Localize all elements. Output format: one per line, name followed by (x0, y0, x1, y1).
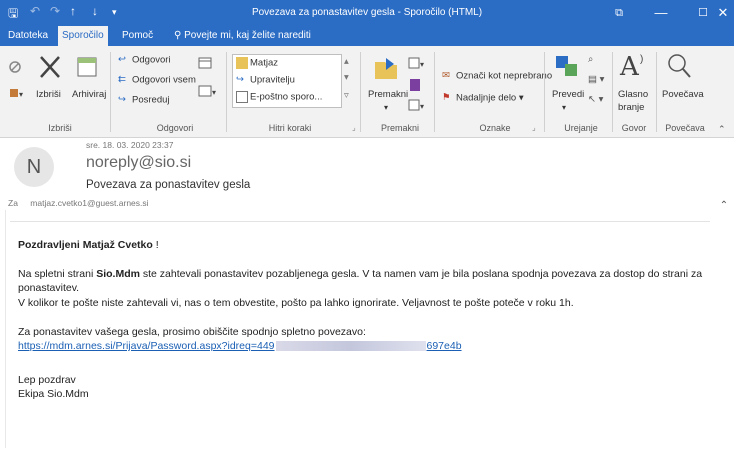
move-dropdown-icon: ▾ (384, 103, 389, 112)
svg-text:▾: ▾ (420, 60, 424, 69)
message-header: N sre. 18. 03. 2020 23:37 noreply@sio.si… (0, 139, 734, 211)
group-label-move: Premakni (380, 123, 419, 133)
separator (656, 52, 657, 132)
folder-icon (236, 57, 248, 69)
cleanup-icon[interactable]: ▾ (8, 86, 24, 103)
forward-button[interactable]: ↪ Posreduj (118, 94, 170, 106)
avatar[interactable]: N (14, 147, 54, 187)
lightbulb-icon: ⚲ (174, 30, 185, 41)
reply-all-icon: ⇇ (118, 74, 126, 85)
group-label-respond: Odgovori (156, 123, 194, 133)
paragraph-1: Na spletni strani Sio.Mdm ste zahtevali … (18, 268, 703, 280)
divider (10, 221, 710, 222)
quick-steps-gallery: Matjaz ↪ Upravitelju E-poštno sporo... (232, 54, 342, 108)
mark-unread-button[interactable]: ✉ Označi kot neprebrano (442, 70, 552, 82)
more-quick-steps-icon[interactable]: ▿ (344, 90, 349, 101)
reply-button[interactable]: ↩ Odgovori (118, 54, 171, 66)
delete-label: Izbriši (36, 89, 61, 100)
envelope-icon: ✉ (442, 70, 450, 81)
quick-step-team-email[interactable]: E-poštno sporo... (236, 91, 322, 103)
svg-text:▾: ▾ (420, 102, 424, 111)
flag-icon: ⚑ (442, 92, 451, 103)
read-aloud-icon: A (620, 52, 639, 82)
collapse-ribbon-icon[interactable]: ⌃ (718, 124, 726, 135)
ribbon: ▾ Izbriši Arhiviraj Izbriši ↩ Odgovori ⇇ O… (0, 46, 734, 138)
tab-help[interactable]: Pomoč (118, 26, 157, 46)
recipient-row: Za matjaz.cvetko1@guest.arnes.si (8, 198, 149, 208)
greeting-name: Pozdravljeni Matjaž Cvetko (18, 239, 153, 251)
site-name: Sio.Mdm (96, 268, 140, 280)
translate-label: Prevedi (552, 89, 585, 100)
read-aloud-label-1: Glasno (618, 89, 649, 100)
message-subject: Povezava za ponastavitev gesla (86, 179, 251, 191)
ribbon-tabs: Datoteka Sporočilo Pomoč ⚲ Povejte mi, k… (0, 26, 734, 46)
ignore-icon[interactable] (8, 60, 22, 77)
to-label: Za (8, 198, 18, 208)
forward-icon: ↪ (118, 94, 126, 105)
more-respond-button[interactable]: ▾ (198, 84, 218, 101)
ribbon-display-button[interactable]: ⧉ (596, 3, 642, 23)
scroll-up-icon[interactable]: ▴ (344, 56, 349, 67)
signature-line-1: Lep pozdrav (18, 374, 76, 386)
reply-all-button[interactable]: ⇇ Odgovori vsem (118, 74, 196, 86)
quick-step-matjaz[interactable]: Matjaz (236, 57, 278, 69)
onenote-button[interactable] (408, 78, 422, 95)
reset-password-link[interactable]: https://mdm.arnes.si/Prijava/Password.as… (18, 340, 462, 352)
select-icon[interactable]: ↖ ▾ (588, 94, 603, 105)
dialog-launcher-icon[interactable]: ⌟ (352, 123, 356, 132)
archive-label: Arhiviraj (72, 89, 107, 100)
related-icon[interactable]: ▤ ▾ (588, 74, 604, 85)
group-label-speech: Govor (621, 123, 647, 133)
find-icon[interactable]: ⌕ (588, 54, 593, 65)
dialog-launcher-icon[interactable]: ⌟ (532, 123, 536, 132)
minimize-button[interactable]: — (638, 3, 684, 23)
group-label-zoom: Povečava (665, 123, 705, 133)
follow-up-button[interactable]: ⚑ Nadaljnje delo ▾ (442, 92, 524, 104)
move-label: Premakni (368, 89, 409, 100)
paragraph-1-cont: ponastavitev. (18, 282, 80, 294)
separator (360, 52, 361, 132)
tab-file[interactable]: Datoteka (4, 26, 52, 46)
recipient-address[interactable]: matjaz.cvetko1@guest.arnes.si (30, 198, 148, 208)
reply-icon: ↩ (118, 54, 126, 65)
actions-button[interactable]: ▾ (408, 98, 428, 115)
reading-pane-border (5, 210, 6, 448)
separator (544, 52, 545, 132)
group-label-delete: Izbriši (48, 123, 72, 133)
tell-me-search[interactable]: ⚲ Povejte mi, kaj želite narediti (170, 26, 315, 46)
expand-header-icon[interactable]: ⌃ (718, 200, 730, 212)
separator (434, 52, 435, 132)
greeting: Pozdravljeni Matjaž Cvetko ! (18, 239, 159, 251)
meeting-reply-button[interactable] (198, 56, 212, 73)
group-label-tags: Oznake (479, 123, 511, 133)
scroll-down-icon[interactable]: ▾ (344, 72, 349, 83)
translate-dropdown-icon: ▾ (562, 103, 567, 112)
paragraph-2: V kolikor te pošte niste zahtevali vi, n… (18, 297, 574, 309)
rules-button[interactable]: ▾ (408, 56, 428, 73)
close-button[interactable]: ✕ (700, 3, 734, 23)
separator (110, 52, 111, 132)
quick-step-manager[interactable]: ↪ Upravitelju (236, 74, 295, 86)
zoom-label: Povečava (662, 89, 704, 100)
envelope-icon (236, 91, 248, 103)
sent-date: sre. 18. 03. 2020 23:37 (86, 140, 174, 150)
redacted-token (275, 341, 426, 352)
sound-waves-icon: ) (640, 54, 644, 65)
sender-address[interactable]: noreply@sio.si (86, 154, 191, 172)
forward-icon: ↪ (236, 74, 244, 85)
svg-text:▾: ▾ (212, 88, 216, 97)
title-bar: 🖫 ↶ ↷ ↑ ↓ ▾ Povezava za ponastavitev ges… (0, 0, 734, 26)
signature-line-2: Ekipa Sio.Mdm (18, 388, 89, 400)
separator (612, 52, 613, 132)
svg-text:▾: ▾ (19, 90, 23, 99)
separator (226, 52, 227, 132)
read-aloud-label-2: branje (618, 102, 645, 113)
group-label-quick-steps: Hitri koraki (268, 123, 312, 133)
tab-message[interactable]: Sporočilo (58, 26, 108, 46)
paragraph-3: Za ponastavitev vašega gesla, prosimo ob… (18, 326, 366, 338)
group-label-editing: Urejanje (564, 123, 598, 133)
